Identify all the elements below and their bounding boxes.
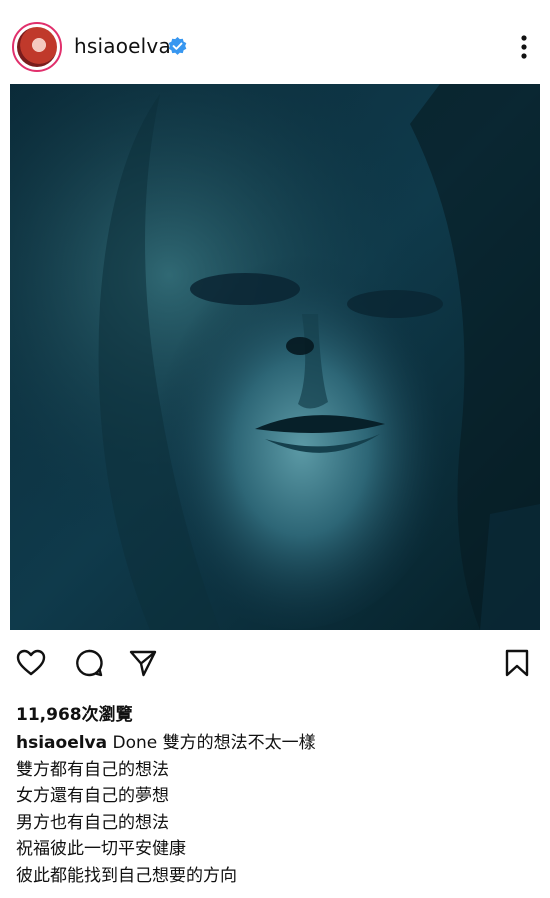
post-caption: hsiaoelva Done 雙方的想法不太一樣 雙方都有自己的想法 女方還有自… (16, 730, 536, 889)
avatar[interactable] (12, 22, 62, 72)
post-header: hsiaoelva (0, 0, 550, 84)
heart-icon[interactable] (16, 648, 46, 678)
view-count[interactable]: 11,968次瀏覽 (16, 700, 133, 725)
caption-line: hsiaoelva Done 雙方的想法不太一樣 (16, 730, 536, 757)
more-options-icon[interactable] (516, 32, 532, 62)
verified-badge-icon (168, 37, 187, 55)
caption-text: Done 雙方的想法不太一樣 (112, 733, 316, 753)
caption-line: 祝福彼此一切平安健康 (16, 839, 186, 859)
bookmark-icon[interactable] (502, 648, 532, 678)
caption-line: 雙方都有自己的想法 (16, 759, 169, 780)
share-icon[interactable] (128, 648, 158, 678)
caption-line: 女方還有自己的夢想 (16, 786, 169, 806)
action-bar (0, 630, 550, 692)
post-photo[interactable] (10, 84, 540, 630)
avatar-image (17, 27, 57, 67)
comment-icon[interactable] (74, 648, 104, 678)
caption-line: 男方也有自己的想法 (16, 812, 169, 833)
caption-username[interactable]: hsiaoelva (16, 733, 107, 753)
caption-line: 彼此都能找到自己想要的方向 (16, 865, 237, 886)
username[interactable]: hsiaoelva (74, 34, 171, 58)
